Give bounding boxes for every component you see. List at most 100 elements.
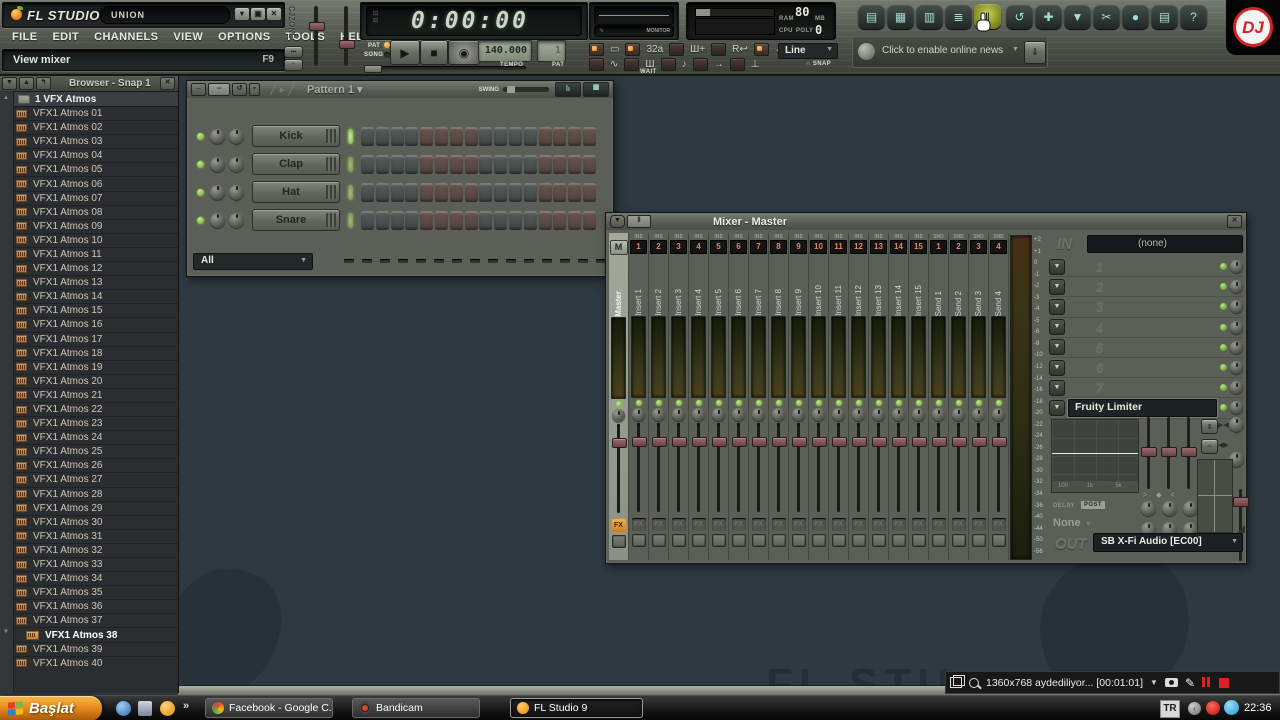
mixer-strip-send-3[interactable]: SND 3 Send 3 FX — [969, 233, 989, 560]
step-cell[interactable] — [390, 154, 404, 174]
panel-button-a[interactable]: ▪▪▪ — [284, 46, 303, 58]
stop-record-icon[interactable] — [1219, 677, 1230, 688]
browser-item[interactable]: VFX1 Atmos 24 — [0, 431, 178, 446]
strip-enable-led[interactable] — [715, 400, 722, 406]
strip-pan-knob[interactable] — [852, 408, 865, 421]
mixer-strip-insert-1[interactable]: INS 1 Insert 1 FX — [629, 233, 649, 560]
menu-item-view[interactable]: VIEW — [173, 31, 203, 43]
shuffle-slider[interactable] — [366, 66, 526, 70]
strip-dock-icon[interactable] — [831, 534, 846, 547]
step-record-toggle[interactable] — [692, 57, 708, 71]
eq-band-slider[interactable] — [1161, 417, 1177, 489]
slot-menu-icon[interactable]: ▼ — [1049, 278, 1065, 295]
graph-editor-button[interactable]: ⣦ — [555, 82, 581, 97]
fx-enable-badge[interactable]: FX — [851, 518, 866, 531]
browser-item[interactable]: VFX1 Atmos 12 — [0, 262, 178, 277]
slot-menu-icon[interactable]: ▼ — [1049, 298, 1065, 315]
step-cell[interactable] — [449, 154, 463, 174]
quicklaunch-ball-icon[interactable] — [160, 701, 175, 716]
channel-volume-knob[interactable] — [229, 156, 244, 172]
eq-band-knob[interactable] — [1183, 501, 1198, 516]
main-pitch-slider[interactable] — [344, 6, 348, 66]
slide-notes-toggle[interactable] — [660, 57, 676, 71]
step-cell[interactable] — [464, 182, 478, 202]
window-select-icon[interactable] — [950, 675, 965, 688]
step-cell[interactable] — [479, 182, 493, 202]
step-cell[interactable] — [568, 210, 582, 230]
fader-handle[interactable] — [712, 437, 727, 447]
pat-mode-label[interactable]: PAT — [368, 43, 380, 49]
step-cell[interactable] — [361, 126, 374, 146]
slot-enable-led[interactable] — [1220, 384, 1227, 392]
browser-item[interactable]: VFX1 Atmos 14 — [0, 290, 178, 305]
strip-dock-icon[interactable] — [691, 534, 706, 547]
stereo-sep-button[interactable]: ⇕ — [1201, 419, 1218, 434]
fader-handle[interactable] — [692, 437, 707, 447]
step-cell[interactable] — [582, 210, 596, 230]
strip-pan-knob[interactable] — [612, 409, 625, 422]
mixer-strip-send-1[interactable]: SND 1 Send 1 FX — [929, 233, 949, 560]
fx-enable-badge[interactable]: FX — [831, 518, 846, 531]
eq-band-knob[interactable] — [1162, 501, 1177, 516]
step-cell[interactable] — [479, 154, 493, 174]
strip-volume-fader[interactable] — [971, 421, 987, 514]
mixer-strip-insert-7[interactable]: INS 7 Insert 7 FX — [749, 233, 769, 560]
strip-enable-led[interactable] — [875, 400, 882, 406]
browser-titlebar[interactable]: ▼ ▲ ↰ Browser - Snap 1 ✕ — [0, 76, 178, 92]
fx-enable-badge[interactable]: FX — [711, 518, 726, 531]
fader-handle[interactable] — [852, 437, 867, 447]
fader-handle[interactable] — [952, 437, 967, 447]
strip-volume-fader[interactable] — [611, 422, 627, 515]
quicklaunch-app-icon[interactable] — [138, 701, 152, 716]
browser-item[interactable]: VFX1 Atmos 10 — [0, 234, 178, 248]
step-cell[interactable] — [553, 154, 567, 174]
strip-enable-led[interactable] — [955, 400, 962, 406]
mixer-strip-insert-3[interactable]: INS 3 Insert 3 FX — [669, 233, 689, 560]
channel-button-kick[interactable]: Kick — [252, 125, 340, 147]
step-cell[interactable] — [494, 210, 508, 230]
channel-enable-led[interactable] — [197, 216, 204, 224]
channel-button-snare[interactable]: Snare — [252, 209, 340, 231]
browser-item[interactable]: VFX1 Atmos 20 — [0, 375, 178, 389]
stop-button[interactable]: ■ — [420, 40, 448, 65]
mixer-strip-insert-4[interactable]: INS 4 Insert 4 FX — [689, 233, 709, 560]
strip-pan-knob[interactable] — [652, 408, 665, 421]
save-button[interactable]: ▼ — [1064, 4, 1091, 29]
step-cell[interactable] — [553, 210, 567, 230]
browser-item[interactable]: VFX1 Atmos 40 — [0, 657, 178, 670]
channel-mute-led[interactable] — [348, 184, 353, 200]
browser-back-icon[interactable]: ↰ — [36, 77, 51, 90]
playlist-button[interactable]: ▤ — [858, 4, 885, 29]
fader-handle[interactable] — [972, 437, 987, 447]
browser-item[interactable]: VFX1 Atmos 37 — [0, 614, 178, 629]
fx-enable-badge[interactable]: FX — [731, 518, 746, 531]
step-cell[interactable] — [494, 154, 508, 174]
browser-item[interactable]: VFX1 Atmos 31 — [0, 530, 178, 544]
step-cell[interactable] — [361, 182, 374, 202]
tray-messenger-icon[interactable] — [1224, 700, 1239, 715]
slot-enable-led[interactable] — [1220, 283, 1227, 291]
play-button[interactable]: ▶ — [390, 40, 420, 65]
mixer-strip-insert-12[interactable]: INS 12 Insert 12 FX — [849, 233, 869, 560]
step-cell[interactable] — [508, 210, 522, 230]
strip-dock-icon[interactable] — [971, 534, 986, 547]
strip-dock-icon[interactable] — [991, 534, 1006, 547]
effect-slot-8[interactable]: ▼ Fruity Limiter — [1049, 398, 1243, 419]
slot-menu-icon[interactable]: ▼ — [1049, 399, 1065, 416]
fader-handle[interactable] — [672, 437, 687, 447]
mixer-strip-insert-5[interactable]: INS 5 Insert 5 FX — [709, 233, 729, 560]
browser-item[interactable]: VFX1 Atmos 27 — [0, 473, 178, 488]
fader-handle[interactable] — [752, 437, 767, 447]
slot-menu-icon[interactable]: ▼ — [1049, 319, 1065, 336]
fader-handle[interactable] — [612, 438, 627, 448]
undo-button[interactable]: ↺ — [1006, 4, 1033, 29]
strip-pan-knob[interactable] — [952, 408, 965, 421]
eq-band-slider[interactable] — [1141, 417, 1157, 489]
metronome-toggle[interactable] — [624, 57, 640, 71]
record-mic-button[interactable]: ● — [1122, 4, 1149, 29]
input-selector[interactable]: (none) — [1087, 235, 1243, 253]
browser-item[interactable]: VFX1 Atmos 32 — [0, 544, 178, 558]
step-cell[interactable] — [405, 210, 419, 230]
strip-dock-icon[interactable] — [931, 534, 946, 547]
step-cell[interactable] — [390, 210, 404, 230]
